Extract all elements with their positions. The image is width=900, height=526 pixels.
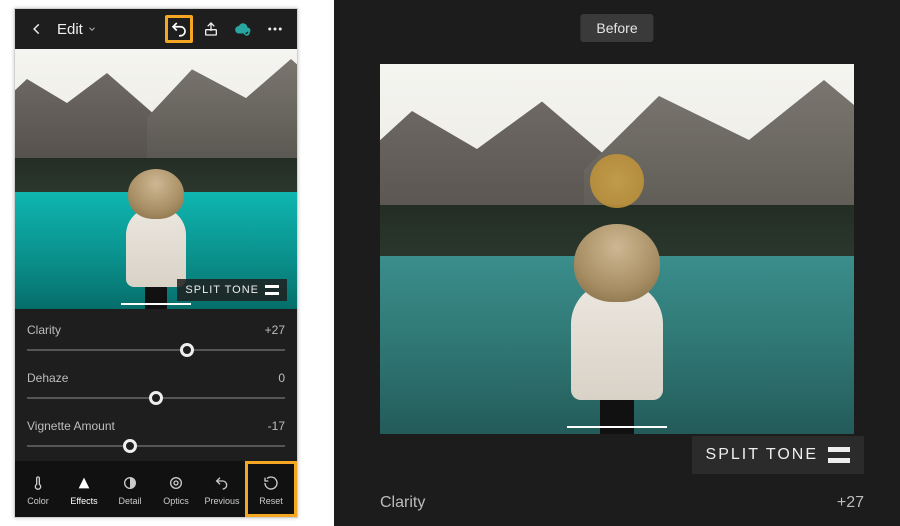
before-photo[interactable] (380, 64, 854, 434)
photo-preview[interactable]: SPLIT TONE (15, 49, 297, 309)
touch-indicator (590, 154, 644, 208)
slider-label: Dehaze (27, 371, 68, 385)
slider-vignette-amount: Vignette Amount -17 (27, 419, 285, 453)
cloud-sync-icon[interactable] (229, 15, 257, 43)
triangle-icon (74, 473, 94, 493)
preview-slider-name: Clarity (380, 494, 425, 512)
panel-chip-label: SPLIT TONE (706, 446, 818, 464)
tool-detail[interactable]: Detail (107, 461, 153, 517)
reset-icon (261, 473, 281, 493)
tool-label: Reset (259, 496, 283, 506)
before-badge: Before (580, 14, 653, 42)
tool-label: Color (27, 496, 49, 506)
slider-value: +27 (265, 323, 285, 337)
undo-icon (212, 473, 232, 493)
preview-slider-head: Clarity +27 (380, 494, 864, 512)
slider-track[interactable] (27, 439, 285, 453)
share-button[interactable] (197, 15, 225, 43)
tool-label: Effects (70, 496, 97, 506)
panel-chip-label: SPLIT TONE (185, 284, 259, 296)
preview-slider-value: +27 (837, 494, 864, 512)
lens-icon (166, 473, 186, 493)
top-bar: Edit (15, 9, 297, 49)
tool-label: Detail (118, 496, 141, 506)
tool-label: Optics (163, 496, 189, 506)
halfcircle-icon (120, 473, 140, 493)
tool-color[interactable]: Color (15, 461, 61, 517)
mode-selector[interactable]: Edit (57, 21, 97, 38)
subject-figure (567, 224, 667, 434)
slider-knob[interactable] (149, 391, 163, 405)
mode-label: Edit (57, 21, 83, 38)
split-tone-icon (828, 447, 850, 463)
tool-previous[interactable]: Previous (199, 461, 245, 517)
slider-value: -17 (268, 419, 285, 433)
tool-label: Previous (204, 496, 239, 506)
slider-label: Vignette Amount (27, 419, 115, 433)
tool-reset[interactable]: Reset (245, 461, 297, 517)
effects-sliders: Clarity+27Dehaze0Vignette Amount-17Midpo… (15, 309, 297, 481)
panel-chip-split-tone[interactable]: SPLIT TONE (177, 279, 287, 301)
slider-dehaze: Dehaze 0 (27, 371, 285, 405)
lightroom-mobile-editor: Edit SPLIT TONE Clarity +27 Dehaze (14, 8, 298, 518)
before-preview-panel: Before SPLIT TONE Clarity +27 (334, 0, 900, 526)
slider-value: 0 (278, 371, 285, 385)
tool-effects[interactable]: Effects (61, 461, 107, 517)
slider-clarity: Clarity +27 (27, 323, 285, 357)
slider-label: Clarity (27, 323, 61, 337)
tool-optics[interactable]: Optics (153, 461, 199, 517)
slider-track[interactable] (27, 391, 285, 405)
back-button[interactable] (23, 15, 51, 43)
slider-track[interactable] (27, 343, 285, 357)
slider-knob[interactable] (180, 343, 194, 357)
undo-button[interactable] (165, 15, 193, 43)
split-tone-icon (265, 285, 279, 295)
slider-knob[interactable] (123, 439, 137, 453)
tool-bar: Color Effects Detail Optics Previous Reset (15, 461, 297, 517)
more-button[interactable] (261, 15, 289, 43)
thermometer-icon (28, 473, 48, 493)
panel-chip-split-tone[interactable]: SPLIT TONE (692, 436, 864, 474)
